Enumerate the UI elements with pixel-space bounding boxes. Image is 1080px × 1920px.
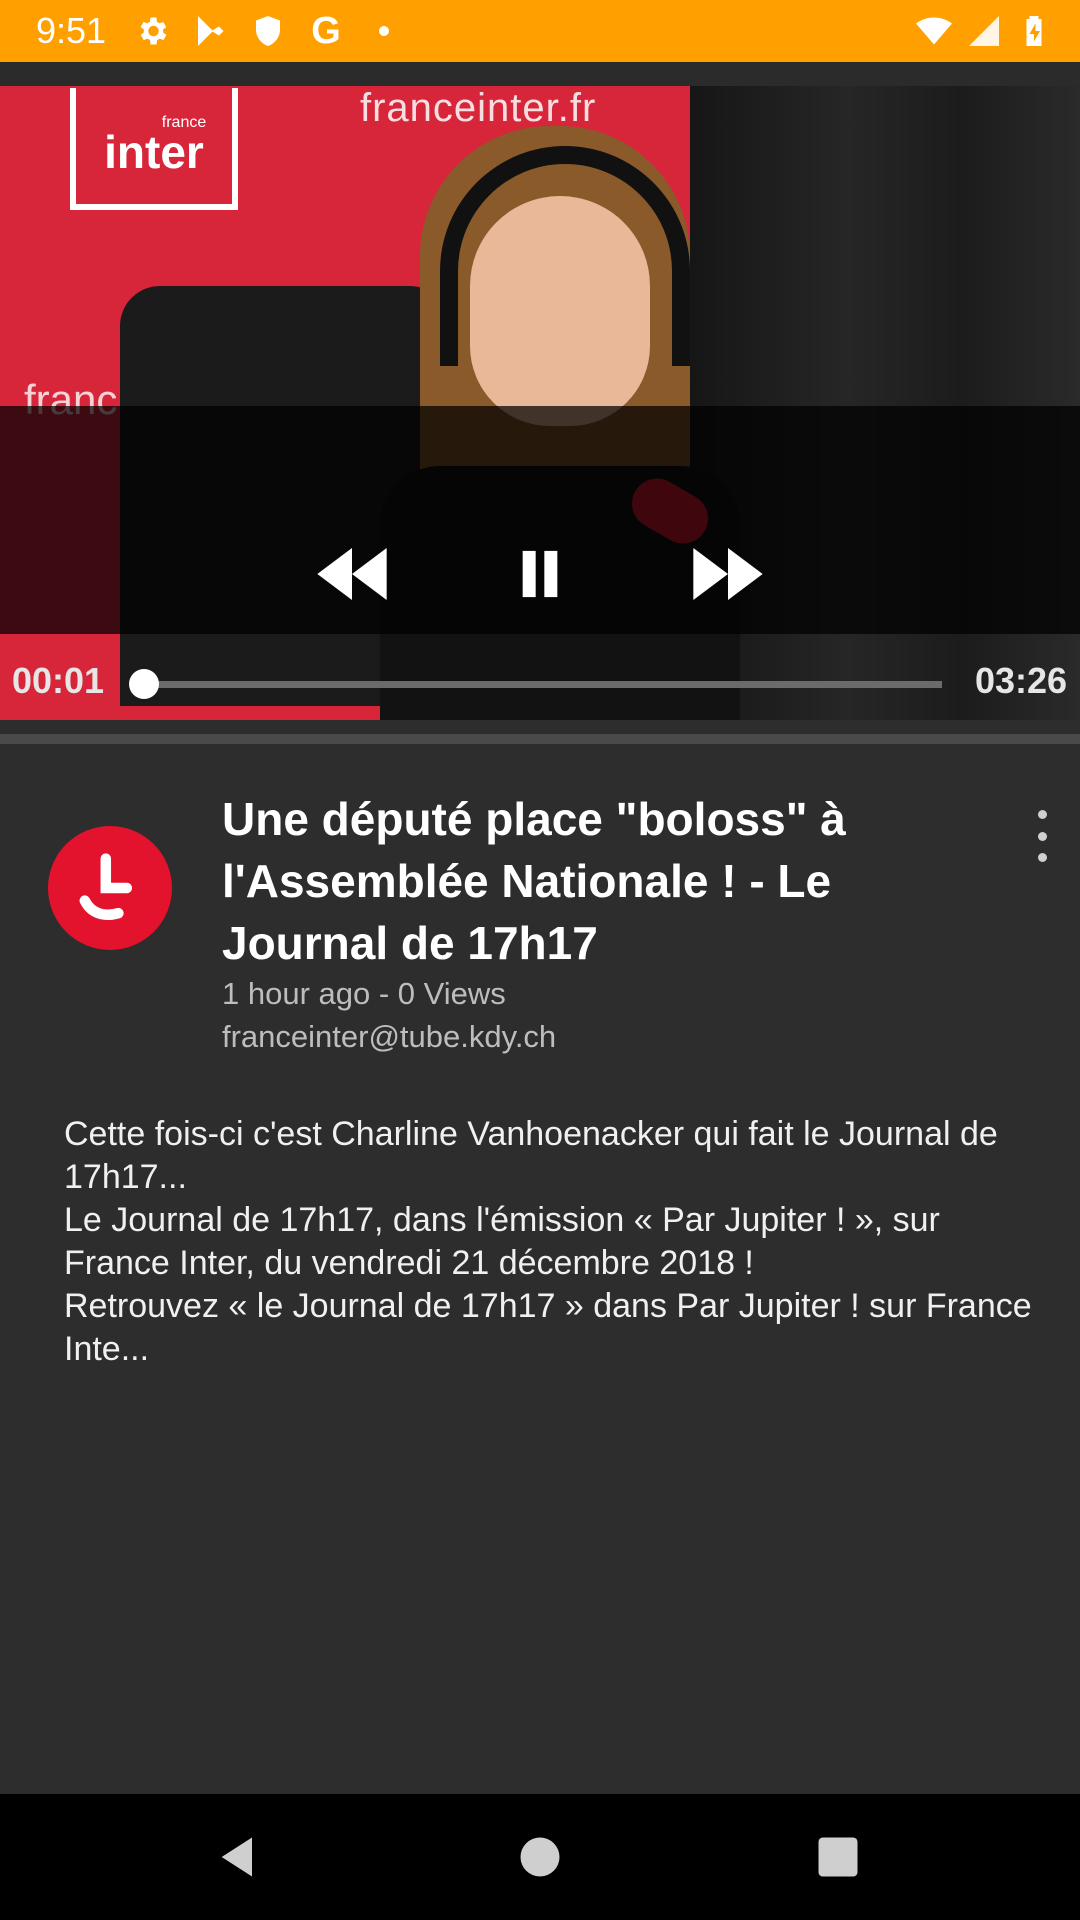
seek-thumb[interactable] — [129, 669, 160, 699]
description-line: Le Journal de 17h17, dans l'émission « P… — [64, 1201, 940, 1282]
pause-button[interactable] — [500, 544, 580, 604]
top-strip — [0, 62, 1080, 86]
description-line: Cette fois-ci c'est Charline Vanhoenacke… — [64, 1115, 998, 1196]
video-title: Une député place "boloss" à l'Assemblée … — [222, 793, 846, 969]
pause-icon — [522, 550, 558, 598]
france-inter-avatar-icon — [79, 853, 133, 921]
wall-text-top: franceinter.fr — [360, 86, 597, 130]
seek-bar[interactable] — [129, 669, 942, 699]
recents-icon — [818, 1837, 858, 1877]
more-dot-icon — [1037, 853, 1047, 862]
duration: 03:26 — [975, 660, 1068, 701]
fast-forward-icon — [693, 548, 763, 600]
navigation-bar — [0, 1794, 1080, 1920]
google-icon: G — [311, 10, 341, 52]
status-icons-right — [916, 13, 1052, 49]
rewind-button[interactable] — [312, 544, 392, 604]
rewind-icon — [317, 548, 387, 600]
status-icons-left: G — [134, 10, 402, 52]
gear-icon — [134, 13, 170, 49]
player-divider — [0, 734, 1080, 744]
status-bar: 9:51 G — [0, 0, 1080, 62]
channel-name[interactable]: franceinter@tube.kdy.ch — [222, 1019, 556, 1055]
more-options-button[interactable] — [1030, 810, 1054, 862]
france-inter-logo: france inter — [70, 88, 238, 210]
battery-charging-icon — [1016, 13, 1052, 49]
description-line: Retrouvez « le Journal de 17h17 » dans P… — [64, 1287, 1032, 1368]
current-time: 00:01 — [12, 660, 105, 701]
more-dot-icon — [1037, 831, 1047, 841]
back-button[interactable] — [204, 1822, 274, 1892]
channel-avatar[interactable] — [48, 826, 172, 950]
home-button[interactable] — [505, 1822, 575, 1892]
back-icon — [221, 1837, 252, 1877]
more-dot-icon — [1037, 810, 1047, 819]
shield-icon — [250, 13, 286, 49]
notification-dot-icon — [366, 13, 402, 49]
wifi-icon — [916, 13, 952, 49]
video-meta: 1 hour ago - 0 Views — [222, 976, 506, 1011]
video-description: Cette fois-ci c'est Charline Vanhoenacke… — [64, 1113, 1044, 1371]
app-screen: 9:51 G france inter franceinter.fr franc… — [0, 0, 1080, 1920]
fast-forward-button[interactable] — [688, 544, 768, 604]
home-icon — [520, 1837, 560, 1877]
play-store-icon — [192, 13, 228, 49]
cell-signal-icon — [966, 13, 1002, 49]
status-time: 9:51 — [36, 10, 107, 51]
recents-button[interactable] — [803, 1822, 873, 1892]
